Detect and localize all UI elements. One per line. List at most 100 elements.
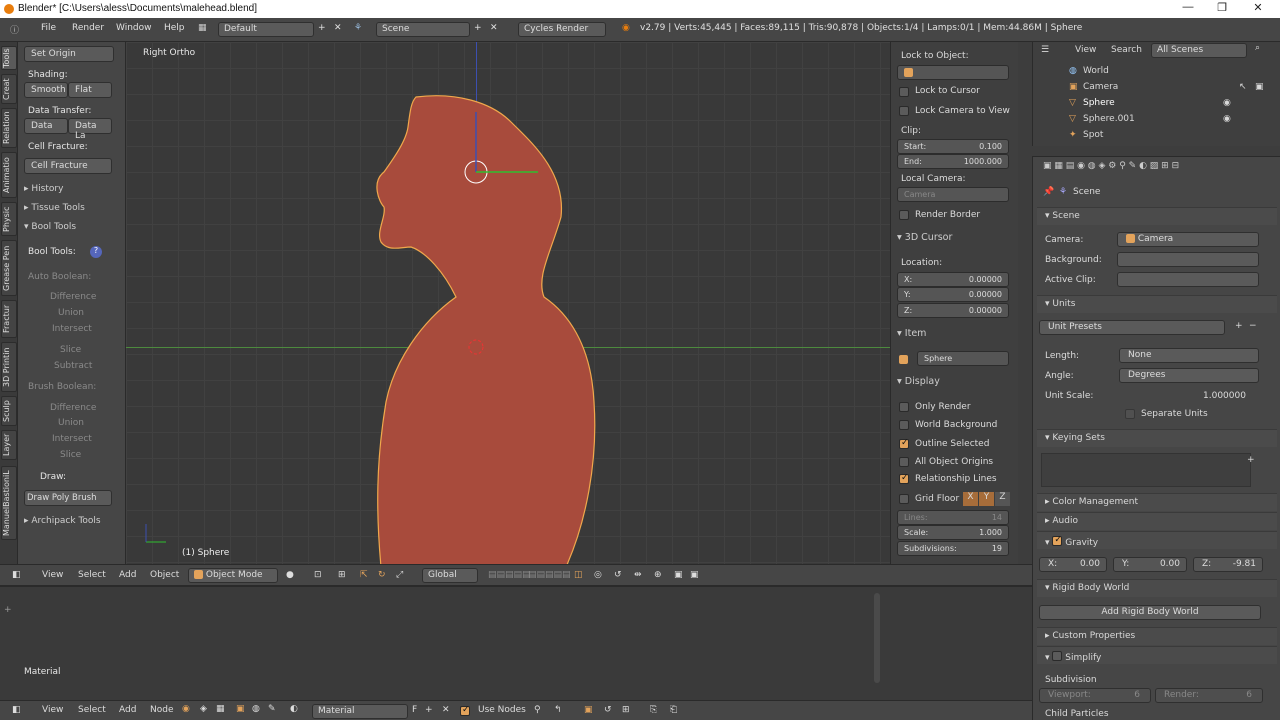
tab-fracture[interactable]: Fractur bbox=[1, 300, 17, 338]
grid-subdiv-field[interactable]: Subdivisions: 19 bbox=[897, 541, 1009, 556]
select-arrow-icon[interactable]: ↖ bbox=[1239, 82, 1247, 92]
material-sphere-icon[interactable]: ◐ bbox=[290, 704, 298, 714]
manipulator-icon[interactable]: ⊞ bbox=[338, 570, 346, 580]
snap-toggle-icon[interactable]: ↺ bbox=[604, 705, 612, 715]
angle-dropdown[interactable]: Degrees bbox=[1119, 368, 1259, 383]
clip-end-field[interactable]: End: 1000.000 bbox=[897, 154, 1009, 169]
local-camera-field[interactable]: Camera bbox=[897, 187, 1009, 202]
menu-file[interactable]: File bbox=[41, 23, 56, 33]
audio-header[interactable]: ▸ Audio bbox=[1037, 512, 1277, 530]
snap-element-icon[interactable]: ⊕ bbox=[654, 570, 662, 580]
add-preset-icon[interactable]: + bbox=[1235, 321, 1243, 331]
units-section-header[interactable]: ▾ Units bbox=[1037, 295, 1277, 313]
scale-icon[interactable]: ⤢ bbox=[396, 570, 403, 580]
auto-subtract-button[interactable]: Subtract bbox=[54, 361, 92, 371]
menu-object[interactable]: Object bbox=[150, 570, 179, 580]
grid-lines-field[interactable]: Lines: 14 bbox=[897, 510, 1009, 525]
data-button[interactable]: Data bbox=[24, 118, 68, 134]
lock-object-field[interactable] bbox=[897, 65, 1009, 80]
new-material-icon[interactable]: + bbox=[425, 705, 433, 715]
snap-icon[interactable]: ↺ bbox=[614, 570, 622, 580]
data-layout-button[interactable]: Data La bbox=[68, 118, 112, 141]
render-anim-icon[interactable]: ▣ bbox=[690, 570, 699, 580]
render-camera-icon[interactable]: ▣ bbox=[1255, 82, 1264, 92]
draw-poly-brush-button[interactable]: Draw Poly Brush bbox=[24, 490, 112, 506]
info-icon[interactable]: ⓘ bbox=[10, 23, 19, 36]
add-keying-set-icon[interactable]: + bbox=[1247, 455, 1255, 465]
history-panel-header[interactable]: ▸ History bbox=[24, 184, 63, 194]
translate-icon[interactable]: ⇱ bbox=[360, 570, 368, 580]
only-render-checkbox[interactable] bbox=[899, 402, 909, 412]
tab-sculpt[interactable]: Sculp bbox=[1, 396, 17, 426]
pin-icon[interactable]: 📌 bbox=[1043, 187, 1054, 197]
lock-cursor-checkbox[interactable] bbox=[899, 87, 909, 97]
menu-window[interactable]: Window bbox=[116, 23, 152, 33]
outliner-item-sphere[interactable]: Sphere bbox=[1083, 98, 1115, 108]
shader-nodes-icon[interactable]: ◉ bbox=[182, 704, 190, 714]
help-icon[interactable]: ? bbox=[90, 246, 102, 258]
visibility-eye-icon[interactable]: ◉ bbox=[1223, 114, 1231, 124]
brush-union-button[interactable]: Union bbox=[58, 418, 84, 428]
menu-add[interactable]: Add bbox=[119, 570, 136, 580]
properties-context-icons[interactable]: ▣ ▦ ▤ ◉ ◍ ◈ ⚙ ⚲ ✎ ◐ ▨ ⊞ ⊟ bbox=[1043, 161, 1179, 171]
copy-nodes-icon[interactable]: ⎘ bbox=[650, 705, 657, 715]
scene-section-header[interactable]: ▾ Scene bbox=[1037, 207, 1277, 225]
gravity-y-field[interactable]: Y: 0.00 bbox=[1113, 557, 1187, 572]
gravity-x-field[interactable]: X: 0.00 bbox=[1039, 557, 1107, 572]
relationship-lines-checkbox[interactable] bbox=[899, 473, 909, 484]
outline-selected-checkbox[interactable] bbox=[899, 438, 909, 449]
mode-selector[interactable]: Object Mode bbox=[188, 568, 278, 583]
gravity-header[interactable]: ▾ Gravity bbox=[1037, 531, 1277, 549]
cursor-y-field[interactable]: Y: 0.00000 bbox=[897, 287, 1009, 302]
auto-union-button[interactable]: Union bbox=[58, 308, 84, 318]
node-menu-select[interactable]: Select bbox=[78, 705, 106, 715]
mesh-silhouette[interactable] bbox=[376, 95, 596, 564]
color-management-header[interactable]: ▸ Color Management bbox=[1037, 493, 1277, 511]
viewport-subdiv-field[interactable]: Viewport: 6 bbox=[1039, 688, 1151, 703]
outliner-menu-search[interactable]: Search bbox=[1111, 45, 1142, 55]
outliner-item-world[interactable]: World bbox=[1083, 66, 1109, 76]
menu-select[interactable]: Select bbox=[78, 570, 106, 580]
smooth-button[interactable]: Smooth bbox=[24, 82, 68, 98]
gravity-checkbox[interactable] bbox=[1052, 535, 1063, 546]
outliner-display-mode[interactable]: All Scenes bbox=[1151, 43, 1247, 58]
fake-user-button[interactable]: F bbox=[412, 705, 417, 715]
tab-grease-pencil[interactable]: Grease Pen bbox=[1, 240, 17, 296]
unlink-material-icon[interactable]: ✕ bbox=[442, 705, 450, 715]
rigid-body-header[interactable]: ▾ Rigid Body World bbox=[1037, 579, 1277, 597]
tab-animation[interactable]: Animatio bbox=[1, 152, 17, 198]
menu-view[interactable]: View bbox=[42, 570, 63, 580]
node-menu-node[interactable]: Node bbox=[150, 705, 174, 715]
outliner-menu-view[interactable]: View bbox=[1075, 45, 1096, 55]
layers-grid2-icon[interactable]: ▤▤▤▤▤ bbox=[528, 570, 571, 580]
custom-props-header[interactable]: ▸ Custom Properties bbox=[1037, 627, 1277, 645]
item-header[interactable]: ▾ Item bbox=[897, 328, 926, 339]
remove-preset-icon[interactable]: − bbox=[1249, 321, 1257, 331]
pin-icon[interactable]: ⚲ bbox=[534, 705, 541, 715]
lock-camera-checkbox[interactable] bbox=[899, 106, 909, 116]
tab-create[interactable]: Creat bbox=[1, 74, 17, 104]
length-dropdown[interactable]: None bbox=[1119, 348, 1259, 363]
material-selector[interactable]: Material bbox=[312, 704, 408, 719]
world-shader-icon[interactable]: ◍ bbox=[252, 704, 260, 714]
item-name-field[interactable]: Sphere bbox=[917, 351, 1009, 366]
close-button[interactable]: ✕ bbox=[1248, 1, 1268, 14]
pivot-icon[interactable]: ⊡ bbox=[314, 570, 322, 580]
render-subdiv-field[interactable]: Render: 6 bbox=[1155, 688, 1263, 703]
node-editor-type-icon[interactable]: ◧ bbox=[12, 705, 21, 715]
scene-icon[interactable]: ⚘ bbox=[354, 23, 362, 33]
grid-z-toggle[interactable]: Z bbox=[995, 492, 1010, 506]
render-engine-selector[interactable]: Cycles Render bbox=[518, 22, 606, 37]
simplify-checkbox[interactable] bbox=[1052, 651, 1063, 661]
editor-type-icon[interactable]: ◧ bbox=[12, 570, 21, 580]
snap-target-icon[interactable]: ⇹ bbox=[634, 570, 642, 580]
tissue-tools-header[interactable]: ▸ Tissue Tools bbox=[24, 203, 85, 213]
active-clip-field[interactable] bbox=[1117, 272, 1259, 287]
go-parent-icon[interactable]: ↰ bbox=[554, 705, 562, 715]
gravity-z-field[interactable]: Z: -9.81 bbox=[1193, 557, 1263, 572]
flat-button[interactable]: Flat bbox=[68, 82, 112, 98]
auto-slice-button[interactable]: Slice bbox=[60, 345, 81, 355]
set-origin-dropdown[interactable]: Set Origin bbox=[24, 46, 114, 62]
add-layout-icon[interactable]: + bbox=[318, 23, 326, 33]
outliner-search-icon[interactable]: ⌕ bbox=[1255, 43, 1260, 53]
